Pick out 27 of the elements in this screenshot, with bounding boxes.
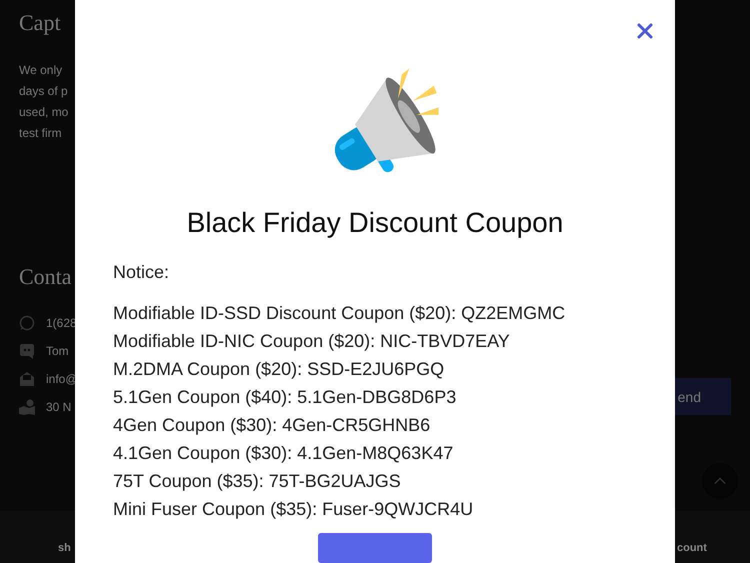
nav-label[interactable]: count: [677, 542, 707, 554]
nav-label[interactable]: sh: [58, 542, 71, 554]
chat-icon: [19, 343, 35, 359]
coupon-line: 4.1Gen Coupon ($30): 4.1Gen-M8Q63K47: [113, 442, 454, 465]
coupon-line: Modifiable ID-NIC Coupon ($20): NIC-TBVD7EAY: [113, 330, 511, 353]
dialog-title: Black Friday Discount Coupon: [186, 207, 564, 239]
paragraph-line: days of p: [19, 83, 68, 100]
close-icon[interactable]: [635, 21, 655, 41]
map-pin-icon: [19, 399, 35, 415]
contact-text: 30 N: [46, 400, 72, 414]
coupon-line: 4Gen Coupon ($30): 4Gen-CR5GHNB6: [113, 414, 432, 437]
section-heading: Capt: [19, 10, 61, 37]
envelope-icon: [19, 371, 35, 387]
contact-text: Tom: [46, 344, 69, 358]
coupon-line: M.2DMA Coupon ($20): SSD-E2JU6PGQ: [113, 358, 446, 381]
section-heading: Conta: [19, 264, 72, 291]
scroll-top-button[interactable]: [702, 463, 738, 499]
paragraph-line: used, mo: [19, 104, 68, 121]
chat-bubble-icon: [19, 315, 35, 331]
coupon-line: Mini Fuser Coupon ($35): Fuser-9QWJCR4U: [113, 498, 474, 521]
coupon-line: 5.1Gen Coupon ($40): 5.1Gen-DBG8D6P3: [113, 386, 458, 409]
notice-label: Notice:: [113, 262, 170, 283]
paragraph-line: We only: [19, 62, 62, 79]
coupon-line: Modifiable ID-SSD Discount Coupon ($20): QZ2EMGMC: [113, 302, 566, 325]
action-button[interactable]: [318, 533, 432, 563]
coupon-line: 75T Coupon ($35): 75T-BG2UAJGS: [113, 470, 402, 493]
paragraph-line: test firm: [19, 125, 62, 142]
